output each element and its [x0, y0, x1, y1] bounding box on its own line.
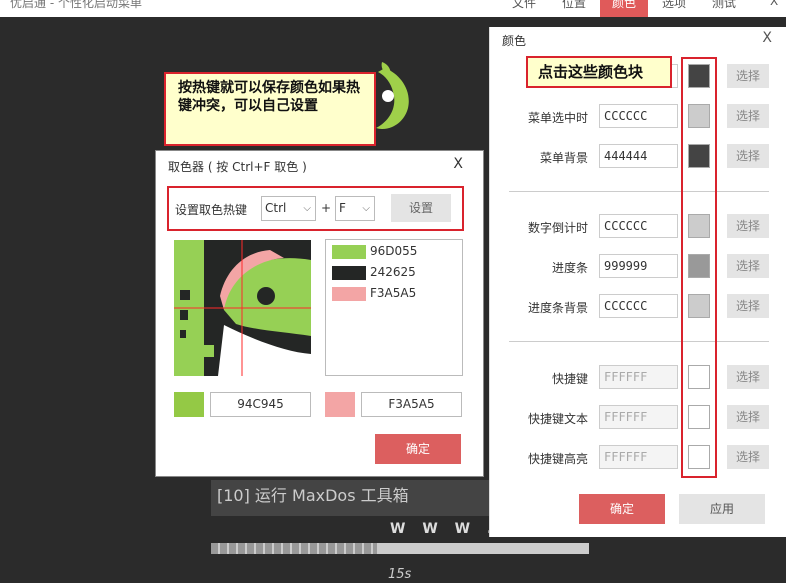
label-menu-background: 菜单背景 [539, 151, 588, 165]
select-button-countdown[interactable]: 选择 [727, 214, 769, 238]
select-button-hotkey-text[interactable]: 选择 [727, 405, 769, 429]
chevron-down-icon: ⌵ [362, 203, 370, 214]
history-swatch [332, 266, 366, 280]
hotkey-label: 设置取色热键 [175, 203, 248, 217]
color-input-progress-background[interactable]: CCCCCC [599, 294, 678, 318]
select-button-progress[interactable]: 选择 [727, 254, 769, 278]
modifier-value: Ctrl [265, 201, 287, 215]
picker-ok-button[interactable]: 确定 [375, 434, 461, 464]
history-item[interactable]: F3A5A5 [332, 286, 452, 301]
hotkey-set-button[interactable]: 设置 [391, 194, 451, 222]
hotkey-settings-group: 设置取色热键 Ctrl ⌵ + F ⌵ 设置 [167, 186, 464, 231]
color-input-hotkey: FFFFFF [599, 365, 678, 389]
history-item[interactable]: 242625 [332, 265, 452, 280]
label-progress: 进度条 [551, 261, 588, 275]
color-input-menu-selected[interactable]: CCCCCC [599, 104, 678, 128]
history-value: 96D055 [370, 244, 418, 258]
swatch-highlight-frame [681, 57, 717, 478]
swatch-hint-callout: 点击这些颜色块 [526, 56, 672, 88]
boot-progress-bar [211, 543, 589, 554]
label-progress-background: 进度条背景 [527, 301, 588, 315]
divider [509, 191, 769, 192]
color-apply-button[interactable]: 应用 [679, 494, 765, 524]
key-value: F [339, 201, 346, 215]
label-hotkey: 快捷键 [551, 372, 588, 386]
chevron-down-icon: ⌵ [303, 203, 311, 214]
label-countdown: 数字倒计时 [527, 221, 588, 235]
select-button-hotkey-highlight[interactable]: 选择 [727, 445, 769, 469]
last-color-value[interactable]: F3A5A5 [361, 392, 462, 417]
color-input-progress[interactable]: 999999 [599, 254, 678, 278]
divider [509, 341, 769, 342]
app-title: 优启通 - 个性化启动菜单 [10, 0, 142, 10]
app-titlebar: 优启通 - 个性化启动菜单 文件 位置 颜色 选项 测试 X [0, 0, 786, 17]
hotkey-hint-callout: 按热键就可以保存颜色如果热键冲突，可以自己设置 [164, 72, 376, 146]
boot-countdown: 15s [388, 567, 412, 582]
label-menu-selected: 菜单选中时 [527, 111, 588, 125]
menu-options[interactable]: 选项 [662, 0, 686, 11]
menu-file[interactable]: 文件 [512, 0, 536, 11]
color-panel-close-button[interactable]: X [762, 30, 772, 46]
menu-position[interactable]: 位置 [562, 0, 586, 11]
history-swatch [332, 287, 366, 301]
menu-color[interactable]: 颜色 [600, 0, 649, 17]
history-value: F3A5A5 [370, 286, 417, 300]
color-picker-dialog: 取色器 ( 按 Ctrl+F 取色 ) X 设置取色热键 Ctrl ⌵ + F … [155, 150, 484, 477]
magnifier-preview [174, 240, 311, 376]
history-swatch [332, 245, 366, 259]
history-value: 242625 [370, 265, 416, 279]
color-ok-button[interactable]: 确定 [579, 494, 665, 524]
modifier-select[interactable]: Ctrl ⌵ [261, 196, 316, 221]
key-select[interactable]: F ⌵ [335, 196, 375, 221]
label-hotkey-highlight: 快捷键高亮 [527, 452, 588, 466]
select-button-hotkey[interactable]: 选择 [727, 365, 769, 389]
color-input-menu-background[interactable]: 444444 [599, 144, 678, 168]
color-history-list: 96D055 242625 F3A5A5 [325, 239, 463, 376]
picker-title: 取色器 ( 按 Ctrl+F 取色 ) [168, 160, 307, 174]
color-settings-panel: 颜色 X 选择 菜单选中时 CCCCCC 选择 菜单背景 444444 选择 数… [489, 27, 786, 537]
picker-close-button[interactable]: X [453, 156, 463, 172]
boot-progress-fill [211, 543, 378, 554]
color-input-hotkey-highlight: FFFFFF [599, 445, 678, 469]
select-button-menu-selected[interactable]: 选择 [727, 104, 769, 128]
plus-sign: + [321, 201, 332, 215]
menu-test[interactable]: 测试 [712, 0, 736, 11]
history-item[interactable]: 96D055 [332, 244, 452, 259]
current-color-swatch [174, 392, 204, 417]
select-button-menu-background[interactable]: 选择 [727, 144, 769, 168]
app-close-button[interactable]: X [770, 0, 778, 8]
current-color-value[interactable]: 94C945 [210, 392, 311, 417]
last-color-swatch [325, 392, 355, 417]
label-hotkey-text: 快捷键文本 [527, 412, 588, 426]
color-input-countdown[interactable]: CCCCCC [599, 214, 678, 238]
boot-menu-item: [10] 运行 MaxDos 工具箱 [211, 480, 501, 516]
color-panel-title: 颜色 [502, 34, 527, 48]
select-button-progress-background[interactable]: 选择 [727, 294, 769, 318]
select-button-menu-text[interactable]: 选择 [727, 64, 769, 88]
color-input-hotkey-text: FFFFFF [599, 405, 678, 429]
